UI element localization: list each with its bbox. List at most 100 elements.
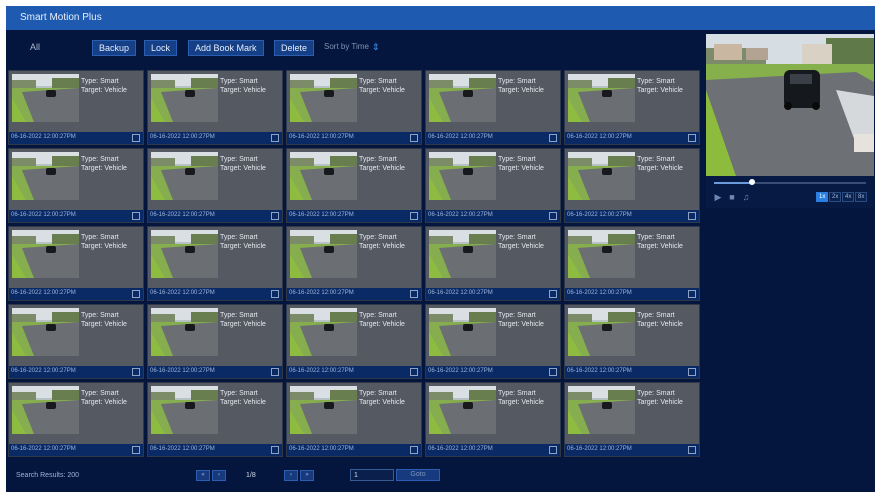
event-thumbnail-card[interactable]: Type: Smart Target: Vehicle 06-16-2022 12:… — [147, 70, 283, 145]
event-select-checkbox[interactable] — [410, 290, 418, 298]
event-thumbnail-card[interactable]: Type: Smart Target: Vehicle 06-16-2022 12:… — [147, 226, 283, 301]
goto-button[interactable]: Goto — [396, 469, 440, 481]
event-select-checkbox[interactable] — [688, 134, 696, 142]
event-thumbnail-card[interactable]: Type: Smart Target: Vehicle 06-16-2022 12:… — [425, 70, 561, 145]
event-type: Type: Smart — [637, 234, 675, 241]
event-timestamp: 06-16-2022 12:00:27PM — [289, 290, 354, 296]
event-thumbnail-card[interactable]: Type: Smart Target: Vehicle 06-16-2022 12:… — [564, 382, 700, 457]
lock-button[interactable]: Lock — [144, 40, 178, 56]
event-select-checkbox[interactable] — [132, 446, 140, 454]
event-thumbnail-card[interactable]: Type: Smart Target: Vehicle 06-16-2022 12:… — [425, 226, 561, 301]
event-thumbnail-card[interactable]: Type: Smart Target: Vehicle 06-16-2022 12:… — [286, 382, 422, 457]
event-select-checkbox[interactable] — [271, 446, 279, 454]
event-target: Target: Vehicle — [637, 87, 683, 94]
event-thumbnail-card[interactable]: Type: Smart Target: Vehicle 06-16-2022 12:… — [147, 148, 283, 223]
event-select-checkbox[interactable] — [688, 446, 696, 454]
event-timestamp: 06-16-2022 12:00:27PM — [150, 212, 215, 218]
event-select-checkbox[interactable] — [271, 212, 279, 220]
event-thumbnail-card[interactable]: Type: Smart Target: Vehicle 06-16-2022 12:… — [8, 226, 144, 301]
event-thumbnail-card[interactable]: Type: Smart Target: Vehicle 06-16-2022 12:… — [564, 226, 700, 301]
event-meta: Type: Smart Target: Vehicle — [637, 77, 683, 95]
event-select-checkbox[interactable] — [688, 368, 696, 376]
speed-option[interactable]: 2x — [829, 192, 842, 202]
event-thumbnail-card[interactable]: Type: Smart Target: Vehicle 06-16-2022 12:… — [564, 70, 700, 145]
preview-video[interactable] — [706, 34, 874, 176]
delete-button[interactable]: Delete — [274, 40, 315, 56]
event-target: Target: Vehicle — [498, 321, 544, 328]
event-type: Type: Smart — [359, 156, 397, 163]
event-timestamp: 06-16-2022 12:00:27PM — [150, 290, 215, 296]
event-thumbnail-card[interactable]: Type: Smart Target: Vehicle 06-16-2022 12:… — [147, 382, 283, 457]
event-meta: Type: Smart Target: Vehicle — [498, 155, 544, 173]
event-select-checkbox[interactable] — [271, 134, 279, 142]
event-timestamp: 06-16-2022 12:00:27PM — [289, 368, 354, 374]
event-select-checkbox[interactable] — [549, 212, 557, 220]
next-page-button[interactable]: › — [284, 470, 298, 481]
speed-option[interactable]: 1x — [816, 192, 829, 202]
stop-icon[interactable]: ■ — [726, 192, 738, 202]
event-thumbnail-card[interactable]: Type: Smart Target: Vehicle 06-16-2022 12:… — [564, 148, 700, 223]
event-type: Type: Smart — [637, 156, 675, 163]
goto-page-input[interactable] — [350, 469, 394, 481]
event-thumbnail-card[interactable]: Type: Smart Target: Vehicle 06-16-2022 12:… — [8, 304, 144, 379]
event-thumbnail-card[interactable]: Type: Smart Target: Vehicle 06-16-2022 12:… — [8, 148, 144, 223]
add-bookmark-button[interactable]: Add Book Mark — [188, 40, 264, 56]
event-select-checkbox[interactable] — [410, 368, 418, 376]
event-thumbnail-card[interactable]: Type: Smart Target: Vehicle 06-16-2022 12:… — [425, 148, 561, 223]
event-thumbnail-card[interactable]: Type: Smart Target: Vehicle 06-16-2022 12:… — [286, 226, 422, 301]
event-thumbnail-card[interactable]: Type: Smart Target: Vehicle 06-16-2022 12:… — [286, 70, 422, 145]
event-meta: Type: Smart Target: Vehicle — [220, 233, 266, 251]
main-panel: All Backup Lock Add Book Mark Delete Sor… — [6, 30, 875, 492]
filter-all-tab[interactable]: All — [30, 42, 40, 52]
first-page-button[interactable]: « — [196, 470, 210, 481]
event-select-checkbox[interactable] — [410, 134, 418, 142]
backup-button[interactable]: Backup — [92, 40, 137, 56]
event-select-checkbox[interactable] — [132, 134, 140, 142]
speed-option[interactable]: 4x — [842, 192, 855, 202]
speed-option[interactable]: 8x — [855, 192, 868, 202]
event-thumbnail-card[interactable]: Type: Smart Target: Vehicle 06-16-2022 12:… — [286, 148, 422, 223]
event-type: Type: Smart — [81, 390, 119, 397]
event-meta: Type: Smart Target: Vehicle — [81, 233, 127, 251]
last-page-button[interactable]: » — [300, 470, 314, 481]
event-select-checkbox[interactable] — [410, 212, 418, 220]
volume-icon[interactable]: ♫ — [740, 192, 752, 202]
playback-slider-handle[interactable] — [749, 179, 755, 185]
event-type: Type: Smart — [359, 312, 397, 319]
event-select-checkbox[interactable] — [410, 446, 418, 454]
sort-label: Sort by Time — [324, 42, 369, 51]
event-thumbnail-card[interactable]: Type: Smart Target: Vehicle 06-16-2022 12:… — [425, 304, 561, 379]
sort-by-time-control[interactable]: Sort by Time ⇕ — [324, 42, 379, 51]
event-timestamp: 06-16-2022 12:00:27PM — [567, 290, 632, 296]
event-select-checkbox[interactable] — [549, 446, 557, 454]
event-select-checkbox[interactable] — [549, 290, 557, 298]
event-footer: 06-16-2022 12:00:27PM — [9, 288, 143, 300]
event-timestamp: 06-16-2022 12:00:27PM — [11, 446, 76, 452]
event-timestamp: 06-16-2022 12:00:27PM — [11, 290, 76, 296]
event-thumbnail-card[interactable]: Type: Smart Target: Vehicle 06-16-2022 12:… — [425, 382, 561, 457]
event-thumbnail-card[interactable]: Type: Smart Target: Vehicle 06-16-2022 12:… — [8, 382, 144, 457]
event-footer: 06-16-2022 12:00:27PM — [9, 366, 143, 378]
playback-slider[interactable] — [714, 179, 866, 185]
event-thumbnail-card[interactable]: Type: Smart Target: Vehicle 06-16-2022 12:… — [147, 304, 283, 379]
previous-page-button[interactable]: ‹ — [212, 470, 226, 481]
event-footer: 06-16-2022 12:00:27PM — [287, 366, 421, 378]
event-select-checkbox[interactable] — [132, 212, 140, 220]
event-select-checkbox[interactable] — [132, 290, 140, 298]
event-thumbnail-image — [568, 308, 635, 356]
event-select-checkbox[interactable] — [271, 290, 279, 298]
event-timestamp: 06-16-2022 12:00:27PM — [428, 368, 493, 374]
play-icon[interactable]: ▶ — [712, 192, 724, 202]
event-select-checkbox[interactable] — [549, 368, 557, 376]
event-thumbnail-image — [151, 74, 218, 122]
event-select-checkbox[interactable] — [132, 368, 140, 376]
page-indicator: 1/8 — [246, 472, 256, 479]
event-target: Target: Vehicle — [359, 87, 405, 94]
event-select-checkbox[interactable] — [688, 212, 696, 220]
event-thumbnail-card[interactable]: Type: Smart Target: Vehicle 06-16-2022 12:… — [8, 70, 144, 145]
event-select-checkbox[interactable] — [688, 290, 696, 298]
event-select-checkbox[interactable] — [549, 134, 557, 142]
event-select-checkbox[interactable] — [271, 368, 279, 376]
event-thumbnail-card[interactable]: Type: Smart Target: Vehicle 06-16-2022 12:… — [286, 304, 422, 379]
event-thumbnail-card[interactable]: Type: Smart Target: Vehicle 06-16-2022 12:… — [564, 304, 700, 379]
